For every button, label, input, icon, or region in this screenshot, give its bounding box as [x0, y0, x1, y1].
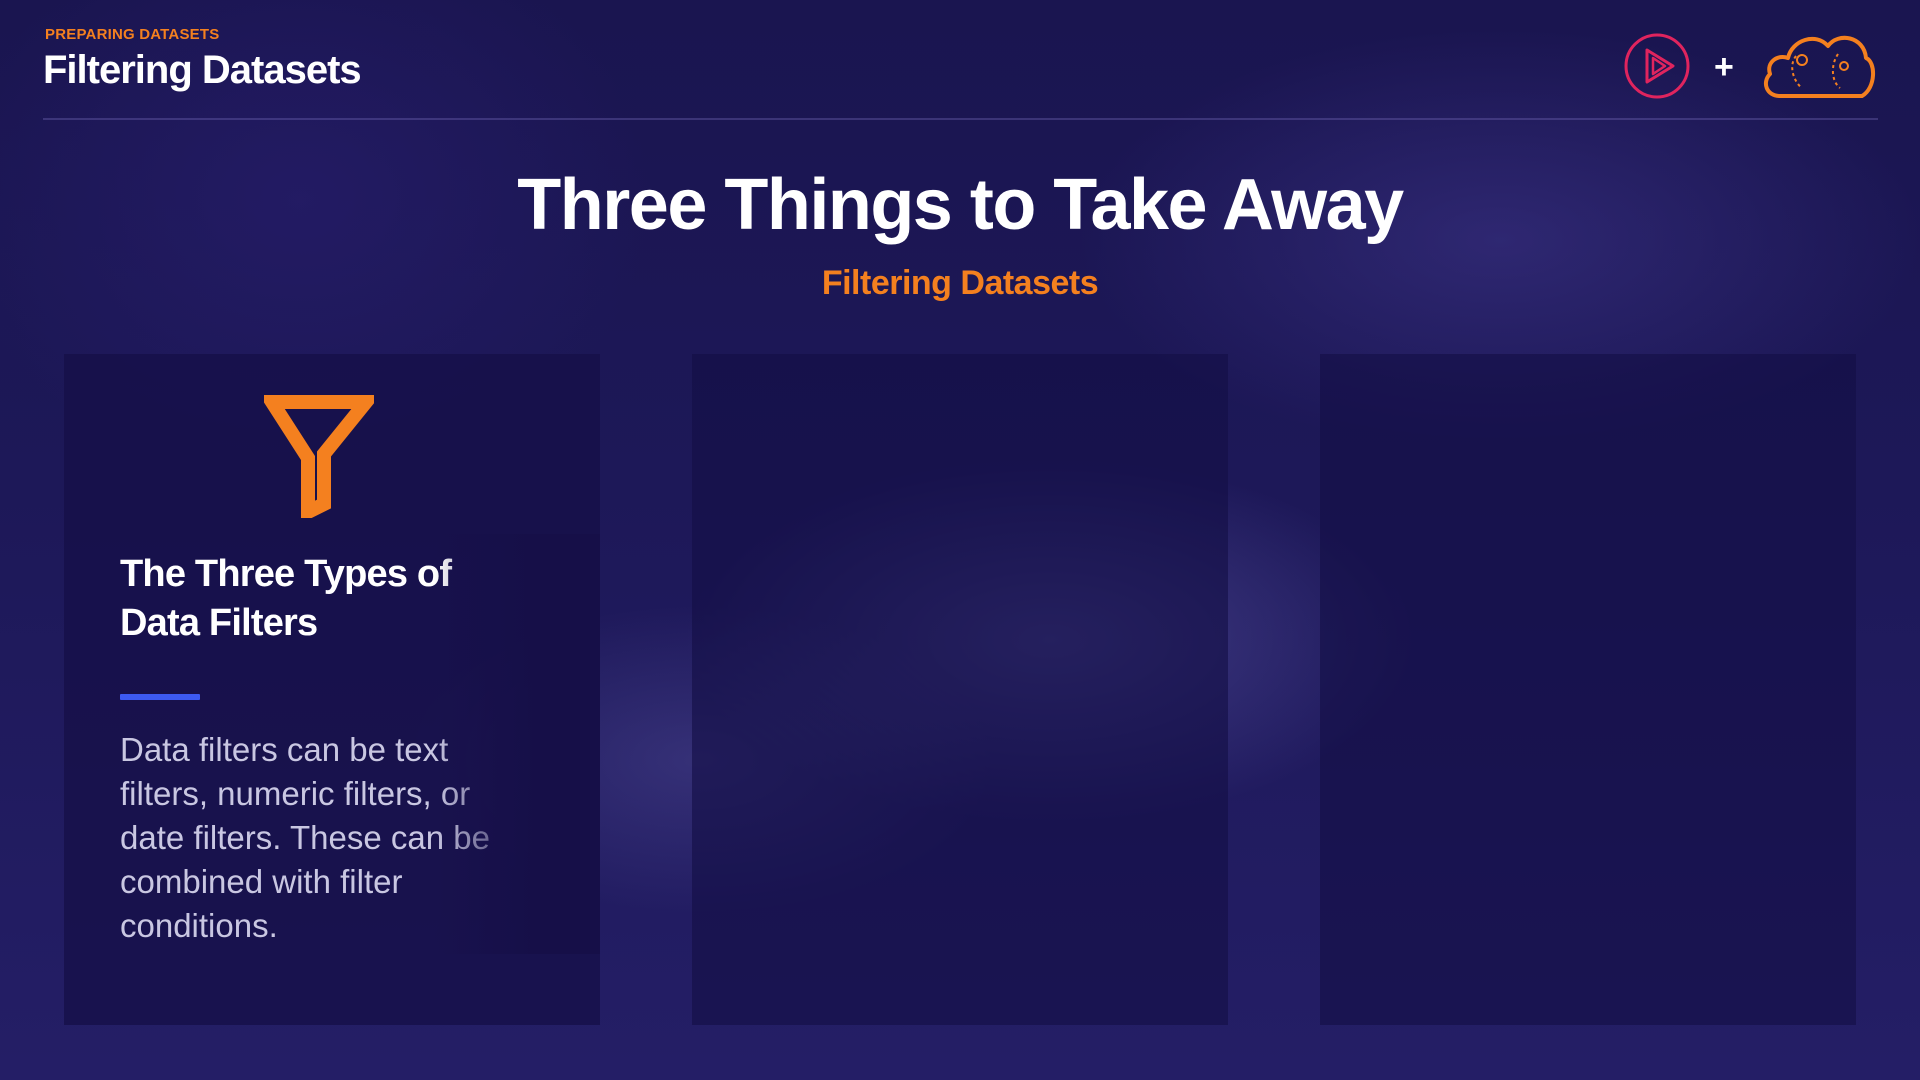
filter-icon	[264, 395, 374, 518]
header-divider	[43, 118, 1878, 120]
reveal-fade-overlay	[434, 534, 600, 954]
takeaway-card-3	[1320, 354, 1856, 1025]
section-eyebrow: PREPARING DATASETS	[45, 26, 220, 43]
takeaway-card-1: The Three Types of Data Filters Data fil…	[64, 354, 600, 1025]
cloud-icon	[1763, 36, 1875, 98]
page-title: Filtering Datasets	[43, 48, 362, 92]
pluralsight-play-icon	[1624, 33, 1690, 99]
takeaway-card-2	[692, 354, 1228, 1025]
slide-subtitle: Filtering Datasets	[821, 264, 1099, 302]
plus-sign: +	[1714, 48, 1734, 86]
card-accent-rule	[120, 694, 200, 700]
slide-title: Three Things to Take Away	[517, 165, 1404, 245]
